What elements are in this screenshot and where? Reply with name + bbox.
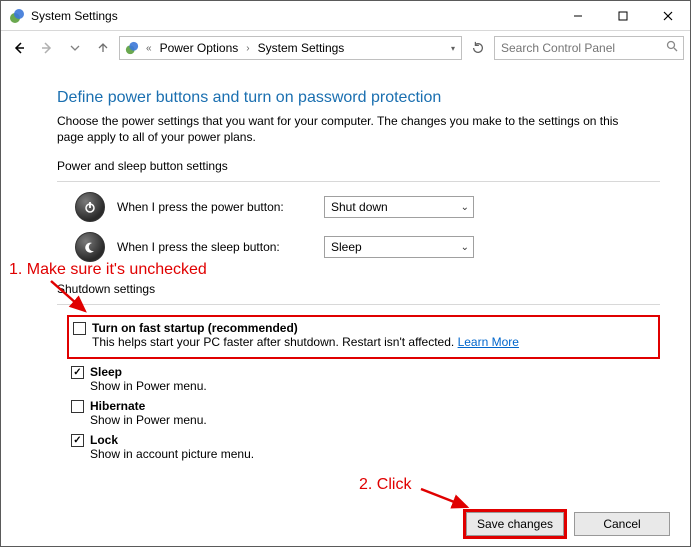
hibernate-desc: Show in Power menu.	[90, 413, 660, 427]
divider	[57, 181, 660, 182]
chevron-right-icon: «	[144, 43, 154, 54]
page-intro: Choose the power settings that you want …	[57, 113, 637, 145]
nav-up-button[interactable]	[91, 36, 115, 60]
fast-startup-option: Turn on fast startup (recommended) This …	[73, 321, 652, 349]
chevron-down-icon: ⌄	[461, 242, 469, 253]
titlebar: System Settings	[1, 1, 690, 31]
nav-recent-button[interactable]	[63, 36, 87, 60]
section-power-sleep: Power and sleep button settings	[57, 159, 660, 173]
sleep-title: Sleep	[90, 365, 122, 379]
sleep-button-row: When I press the sleep button: Sleep ⌄	[75, 232, 660, 262]
close-button[interactable]	[645, 1, 690, 31]
annotation-arrow-2	[419, 483, 479, 513]
power-icon	[75, 192, 105, 222]
nav-row: « Power Options › System Settings ▾	[1, 31, 690, 65]
learn-more-link[interactable]: Learn More	[458, 335, 519, 349]
search-input[interactable]	[499, 40, 666, 56]
sleep-button-value: Sleep	[331, 240, 362, 254]
chevron-down-icon: ⌄	[461, 202, 469, 213]
sleep-option: Sleep Show in Power menu.	[71, 365, 660, 393]
window-title: System Settings	[31, 9, 555, 23]
power-button-value: Shut down	[331, 200, 388, 214]
chevron-down-icon[interactable]: ▾	[447, 44, 459, 53]
power-button-label: When I press the power button:	[117, 200, 312, 214]
nav-back-button[interactable]	[7, 36, 31, 60]
annotation-step2: 2. Click	[359, 476, 411, 494]
page-title: Define power buttons and turn on passwor…	[57, 89, 660, 107]
fast-startup-checkbox[interactable]	[73, 322, 86, 335]
sleep-desc: Show in Power menu.	[90, 379, 660, 393]
fast-startup-title: Turn on fast startup (recommended)	[92, 321, 298, 335]
sleep-checkbox[interactable]	[71, 366, 84, 379]
refresh-button[interactable]	[466, 36, 490, 60]
search-icon	[666, 40, 679, 56]
power-button-row: When I press the power button: Shut down…	[75, 192, 660, 222]
sleep-button-select[interactable]: Sleep ⌄	[324, 236, 474, 258]
breadcrumb-item[interactable]: Power Options	[156, 41, 243, 55]
lock-option: Lock Show in account picture menu.	[71, 433, 660, 461]
hibernate-checkbox[interactable]	[71, 400, 84, 413]
button-bar: Save changes Cancel	[1, 512, 690, 536]
breadcrumb[interactable]: « Power Options › System Settings ▾	[119, 36, 462, 60]
content: Define power buttons and turn on passwor…	[1, 65, 690, 473]
hibernate-title: Hibernate	[90, 399, 145, 413]
sleep-icon	[75, 232, 105, 262]
shutdown-settings: Turn on fast startup (recommended) This …	[71, 315, 660, 461]
annotation-highlight-box: Turn on fast startup (recommended) This …	[67, 315, 660, 359]
breadcrumb-icon	[124, 40, 140, 56]
power-button-select[interactable]: Shut down ⌄	[324, 196, 474, 218]
maximize-button[interactable]	[600, 1, 645, 31]
nav-forward-button[interactable]	[35, 36, 59, 60]
divider	[57, 304, 660, 305]
fast-startup-desc: This helps start your PC faster after sh…	[92, 335, 652, 349]
app-icon	[9, 8, 25, 24]
lock-desc: Show in account picture menu.	[90, 447, 660, 461]
lock-checkbox[interactable]	[71, 434, 84, 447]
chevron-right-icon: ›	[244, 43, 251, 54]
search-box[interactable]	[494, 36, 684, 60]
cancel-button[interactable]: Cancel	[574, 512, 670, 536]
breadcrumb-item[interactable]: System Settings	[254, 41, 349, 55]
save-changes-button[interactable]: Save changes	[466, 512, 564, 536]
lock-title: Lock	[90, 433, 118, 447]
section-shutdown: Shutdown settings	[57, 282, 660, 296]
sleep-button-label: When I press the sleep button:	[117, 240, 312, 254]
hibernate-option: Hibernate Show in Power menu.	[71, 399, 660, 427]
minimize-button[interactable]	[555, 1, 600, 31]
